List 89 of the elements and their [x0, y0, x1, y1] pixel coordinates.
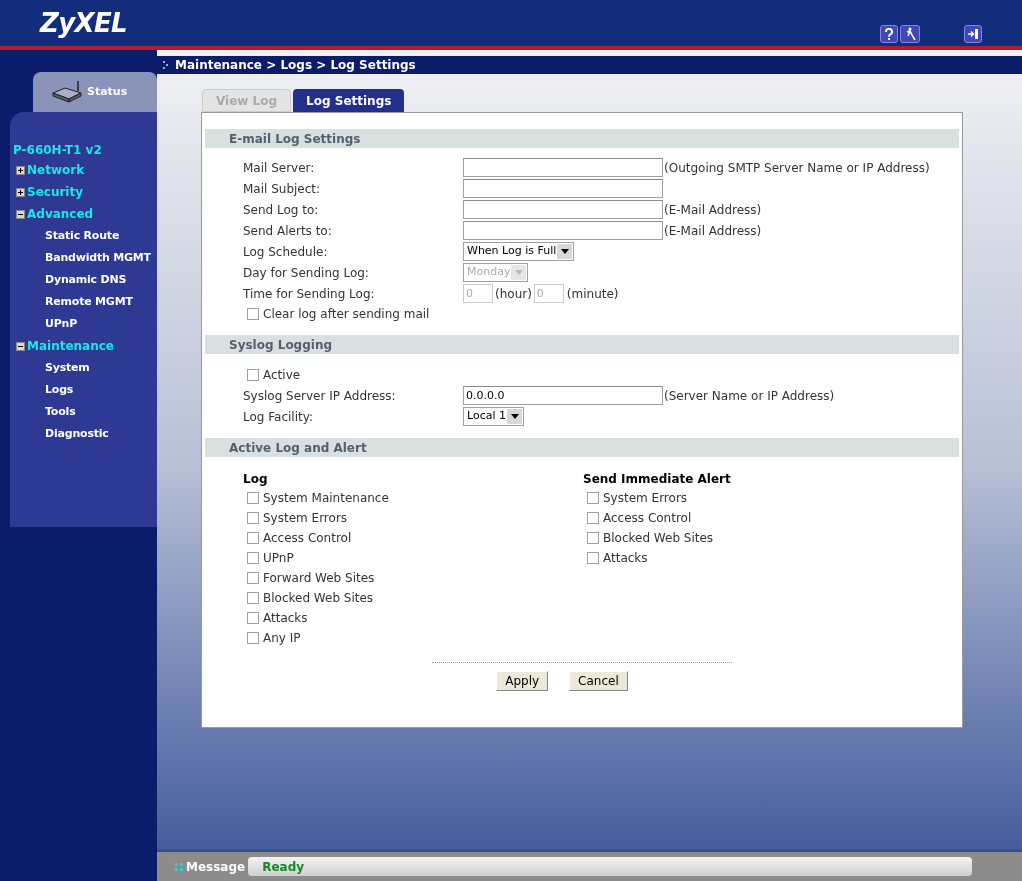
collapse-icon[interactable] [16, 341, 25, 351]
field-label: Send Alerts to: [243, 222, 333, 240]
section-header: Active Log and Alert [205, 438, 959, 457]
text-field[interactable]: 0.0.0.0 [463, 386, 663, 405]
checkbox-label: Access Control [263, 530, 352, 547]
minute-unit: (minute) [566, 285, 619, 303]
field-label: Send Log to: [243, 201, 320, 219]
field-label: Time for Sending Log: [243, 285, 376, 303]
checkbox[interactable] [247, 532, 259, 544]
checkbox-label: Attacks [603, 550, 648, 567]
hour-unit: (hour) [495, 285, 532, 303]
checkbox-label: Blocked Web Sites [263, 590, 374, 607]
checkbox-label: System Maintenance [263, 490, 389, 507]
dropdown[interactable]: When Log is Full [463, 242, 575, 261]
checkbox[interactable] [247, 552, 259, 564]
submenu-item[interactable]: Dynamic DNS [45, 271, 127, 289]
menu-item[interactable]: Security [27, 183, 84, 201]
checkbox[interactable] [247, 308, 259, 320]
checkbox[interactable] [587, 552, 599, 564]
submenu-item[interactable]: System [45, 359, 90, 377]
submenu-item[interactable]: Diagnostic [45, 425, 109, 443]
field-hint: (E-Mail Address) [664, 222, 762, 240]
checkbox-label: Active [263, 367, 301, 384]
text-field[interactable] [463, 179, 663, 198]
checkbox[interactable] [247, 632, 259, 644]
checkbox-label: UPnP [263, 550, 294, 567]
submenu-item[interactable]: Tools [45, 403, 76, 421]
dropdown[interactable]: Local 1 [463, 407, 524, 426]
collapse-icon[interactable] [16, 209, 25, 219]
checkbox[interactable] [247, 369, 259, 381]
caret-icon [507, 409, 522, 424]
caret-icon [511, 265, 527, 280]
submenu-item[interactable]: Bandwidth MGMT [45, 249, 151, 267]
field-label: Syslog Server IP Address: [243, 387, 397, 405]
expand-icon[interactable] [16, 165, 25, 175]
router-icon [51, 81, 83, 103]
action-button[interactable]: Cancel [569, 671, 628, 691]
dots-icon [163, 60, 169, 70]
field-label: Mail Server: [243, 159, 316, 177]
checkbox-label: Any IP [263, 630, 301, 647]
section-header: E-mail Log Settings [205, 129, 959, 148]
action-button[interactable]: Apply [496, 671, 549, 691]
expand-icon[interactable] [16, 187, 25, 197]
text-field[interactable] [463, 200, 663, 219]
field-hint: (Outgoing SMTP Server Name or IP Address) [664, 159, 930, 177]
checkbox[interactable] [587, 492, 599, 504]
checkbox-label: System Errors [263, 510, 348, 527]
field-label: Log Schedule: [243, 243, 329, 261]
checkbox[interactable] [247, 572, 259, 584]
checkbox-label: Blocked Web Sites [603, 530, 714, 547]
submenu-item[interactable]: Logs [45, 381, 74, 399]
checkbox-label: System Errors [603, 490, 688, 507]
field-label: Log Facility: [243, 408, 314, 426]
logo: ZyXEL [40, 6, 127, 40]
submenu-item[interactable]: UPnP [45, 315, 78, 333]
dots-icon [175, 862, 183, 871]
caret-icon [557, 244, 573, 259]
checkbox[interactable] [587, 512, 599, 524]
checkbox[interactable] [247, 512, 259, 524]
checkbox[interactable] [587, 532, 599, 544]
menu-item[interactable]: Network [27, 161, 85, 179]
checkbox-label: Forward Web Sites [263, 570, 375, 587]
checkbox-label: Access Control [603, 510, 692, 527]
submenu-item[interactable]: Remote MGMT [45, 293, 133, 311]
column-title: Log [243, 471, 269, 488]
breadcrumb: Maintenance > Logs > Log Settings [175, 57, 416, 74]
menu-item[interactable]: Advanced [27, 205, 94, 223]
submenu-item[interactable]: Static Route [45, 227, 120, 245]
field-label: Mail Subject: [243, 180, 322, 198]
field-label: Day for Sending Log: [243, 264, 370, 282]
logout-icon[interactable] [964, 25, 982, 43]
checkbox-label: Clear log after sending mail [263, 306, 430, 323]
checkbox[interactable] [247, 492, 259, 504]
wizard-icon[interactable] [900, 25, 920, 43]
tab[interactable]: Log Settings [293, 89, 405, 112]
status-message: Ready [248, 857, 973, 876]
text-field[interactable] [463, 221, 663, 240]
menu-item[interactable]: Maintenance [27, 337, 114, 355]
field-hint: (Server Name or IP Address) [664, 387, 835, 405]
help-icon[interactable] [880, 25, 898, 43]
section-header: Syslog Logging [205, 335, 959, 354]
checkbox[interactable] [247, 592, 259, 604]
column-title: Send Immediate Alert [583, 471, 731, 488]
text-field[interactable] [463, 158, 663, 177]
checkbox[interactable] [247, 612, 259, 624]
status-label: Message [186, 858, 246, 876]
device-name: P-660H-T1 v2 [13, 142, 103, 159]
checkbox-label: Attacks [263, 610, 308, 627]
field-hint: (E-Mail Address) [664, 201, 762, 219]
